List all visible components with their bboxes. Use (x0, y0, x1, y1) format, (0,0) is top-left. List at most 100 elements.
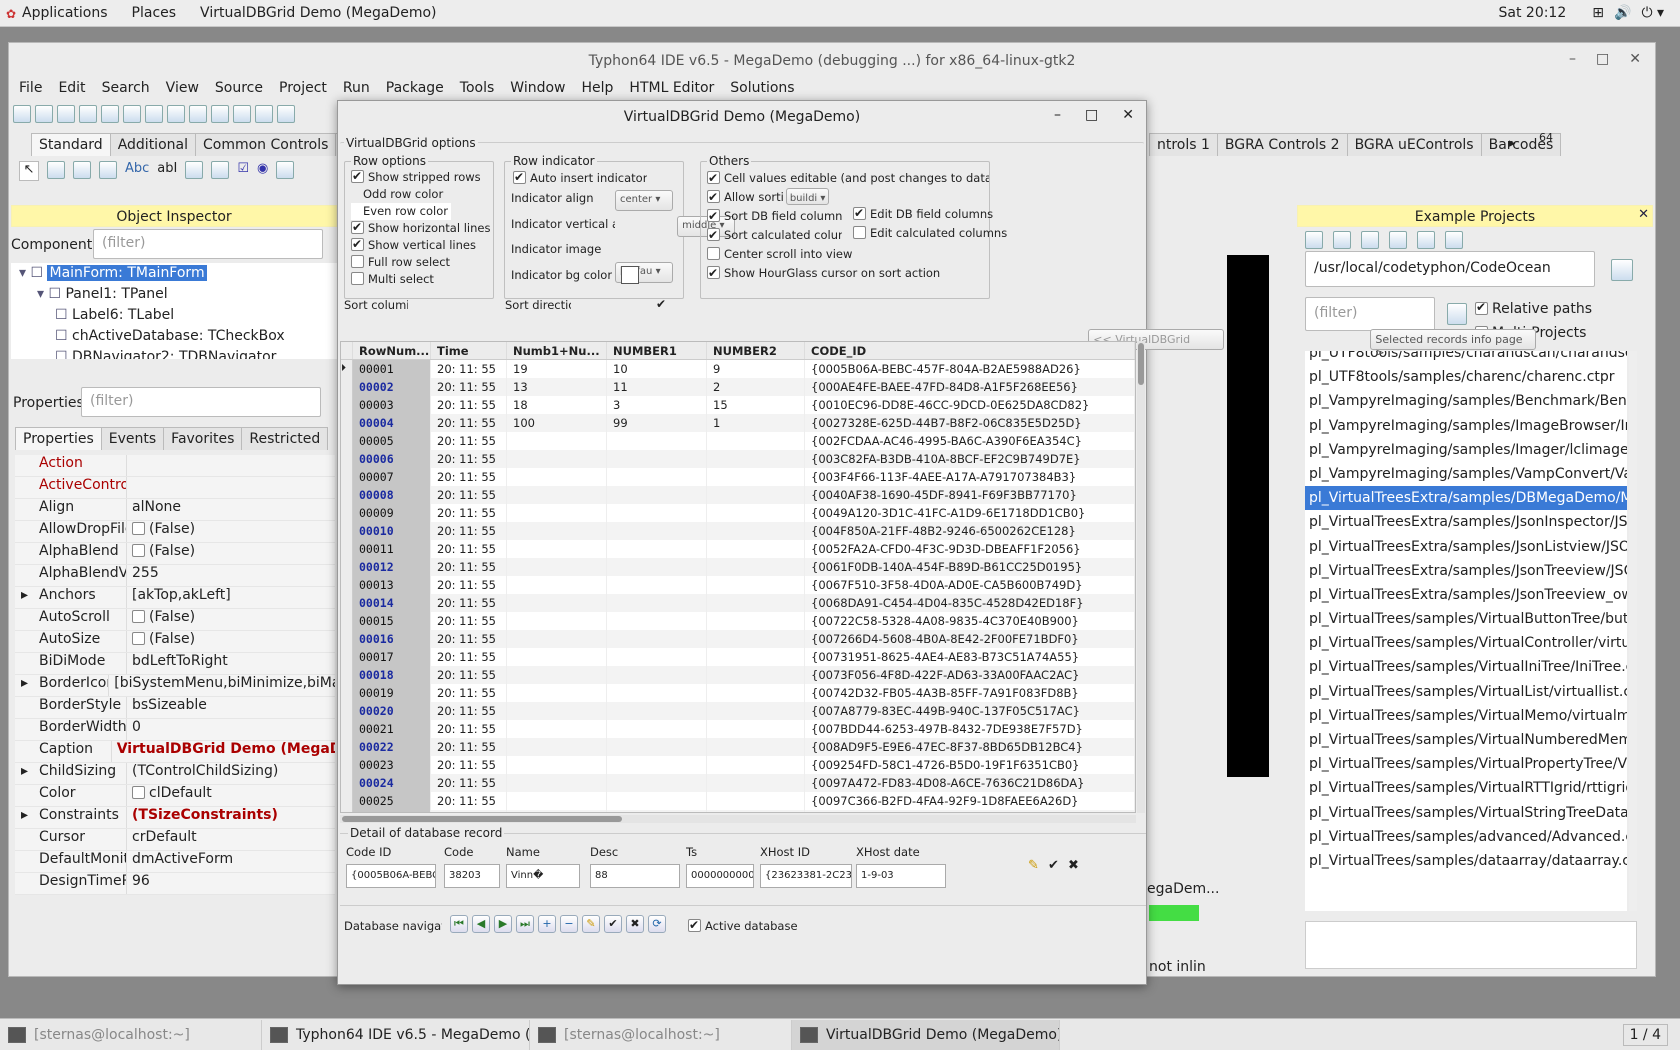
tree-node[interactable]: ▾ ☐ Panel1: TPanel (11, 284, 337, 305)
other-option[interactable]: Allow sortibuildi ▾ (707, 188, 989, 207)
grid-cell[interactable] (707, 450, 805, 468)
grid-cell[interactable] (507, 810, 607, 812)
grid-cell[interactable]: {007266D4-5608-4B0A-8E42-2F00FE71BDF0} (805, 630, 1135, 648)
grid-row[interactable]: 00002 20: 11: 55 13 11 2 {000AE4FE-BAEE-47FD-… (341, 378, 1135, 396)
example-project-item[interactable]: pl_VirtualTrees/samples/VirtualPropertyT… (1305, 752, 1627, 776)
grid-cell[interactable] (707, 774, 805, 792)
examples-filter[interactable]: (filter) (1305, 297, 1435, 331)
grid-cell[interactable] (507, 720, 607, 738)
grid-cell[interactable] (507, 486, 607, 504)
pause-icon[interactable] (233, 105, 251, 123)
grid-cell[interactable]: 00007 (353, 468, 431, 486)
grid-cell[interactable] (607, 432, 707, 450)
grid-cell[interactable]: {007A8779-83EC-449B-940C-137F05C517AC} (805, 702, 1135, 720)
detail-field-input[interactable]: Vinn� (506, 864, 580, 888)
grid-cell[interactable]: {0073F056-4F8D-422F-AD63-33A00FAAC2AC} (805, 666, 1135, 684)
example-project-item[interactable]: pl_VirtualTreesExtra/samples/JsonListvie… (1305, 535, 1627, 559)
grid-cell[interactable]: 00026 (353, 810, 431, 812)
example-project-item[interactable]: pl_VirtualTrees/samples/VirtualMemo/virt… (1305, 704, 1627, 728)
grid-cell[interactable]: 20: 11: 55 (431, 756, 507, 774)
grid-cell[interactable]: 20: 11: 55 (431, 630, 507, 648)
new-form-icon[interactable] (35, 105, 53, 123)
refresh-icon[interactable] (1305, 231, 1323, 249)
example-project-item[interactable]: pl_VirtualTrees/samples/VirtualIniTree/I… (1305, 655, 1627, 679)
grid-cell[interactable]: 11 (607, 378, 707, 396)
grid-cell[interactable] (707, 504, 805, 522)
property-value[interactable]: 0 (127, 719, 141, 740)
menu-run[interactable]: Run (335, 80, 378, 102)
grid-cell[interactable]: 00025 (353, 792, 431, 810)
grid-cell[interactable]: 00014 (353, 594, 431, 612)
save-all-icon[interactable] (123, 105, 141, 123)
edit-calc-columns-checkbox[interactable]: Edit calculated columns (853, 225, 1007, 242)
folder-icon[interactable] (1417, 231, 1435, 249)
grid-cell[interactable]: {0052FA2A-CFD0-4F3C-9D3D-DBEAFF1F2056} (805, 540, 1135, 558)
example-project-item[interactable]: pl_VirtualTrees/samples/VirtualRTTIgrid/… (1305, 776, 1627, 800)
next-page-button[interactable]: Selected records info page > (1370, 329, 1537, 359)
grid-cell[interactable]: 00018 (353, 666, 431, 684)
grid-cell[interactable]: 1 (707, 414, 805, 432)
grid-cell[interactable]: 20: 11: 55 (431, 792, 507, 810)
property-value[interactable]: (False) (127, 631, 195, 652)
grid-cell[interactable] (707, 540, 805, 558)
example-project-item[interactable]: pl_VampyreImaging/samples/Benchmark/Benc… (1305, 389, 1627, 413)
places-menu[interactable]: Places (120, 5, 189, 21)
grid-cell[interactable] (607, 450, 707, 468)
property-value[interactable]: VirtualDBGrid Demo (MegaDemo) (112, 741, 335, 762)
volume-icon[interactable]: 🔊 (1614, 5, 1631, 21)
grid-cell[interactable]: 00001 (353, 360, 431, 378)
property-value[interactable]: 96 (127, 873, 150, 894)
grid-cell[interactable] (707, 522, 805, 540)
grid-cell[interactable] (607, 540, 707, 558)
grid-row[interactable]: 00017 20: 11: 55 {00731951-8625-4AE4-AE83-… (341, 648, 1135, 666)
grid-cell[interactable] (607, 630, 707, 648)
grid-cell[interactable]: 00012 (353, 558, 431, 576)
example-project-item[interactable]: pl_VirtualTrees/samples/VirtualButtonTre… (1305, 607, 1627, 631)
grid-cell[interactable]: 20: 11: 55 (431, 522, 507, 540)
grid-cell[interactable] (707, 558, 805, 576)
tree-node[interactable]: ▾ ☐ MainForm: TMainForm (11, 263, 337, 284)
insert-record-icon[interactable]: + (538, 915, 556, 933)
row-option[interactable]: Even row color (351, 203, 451, 220)
grid-cell[interactable] (507, 702, 607, 720)
example-project-item[interactable]: pl_VampyreImaging/samples/VampConvert/Va… (1305, 462, 1627, 486)
indicator-align-combo[interactable]: center ▾ (615, 190, 673, 211)
menu-source[interactable]: Source (207, 80, 271, 102)
property-value[interactable]: bsSizeable (127, 697, 207, 718)
button-icon[interactable] (99, 161, 117, 179)
property-value[interactable]: 255 (127, 565, 159, 586)
menu-search[interactable]: Search (94, 80, 158, 102)
property-value[interactable]: crDefault (127, 829, 197, 850)
property-value[interactable]: alNone (127, 499, 181, 520)
grid-cell[interactable]: {004F850A-21FF-48B2-9246-6500262CE128} (805, 522, 1135, 540)
property-value[interactable]: (False) (127, 609, 195, 630)
delete-record-icon[interactable]: − (560, 915, 578, 933)
palette-next-icon[interactable]: ▸ (1509, 136, 1516, 151)
stop-icon[interactable] (255, 105, 273, 123)
post-record-icon[interactable]: ✔ (604, 915, 622, 933)
property-row[interactable]: BiDiMode bdLeftToRight (15, 653, 335, 675)
property-row[interactable]: ▸ Anchors [akTop,akLeft] (15, 587, 335, 609)
clean-icon[interactable] (1389, 231, 1407, 249)
grid-cell[interactable]: 00021 (353, 720, 431, 738)
grid-row[interactable]: 00009 20: 11: 55 {0049A120-3D1C-41FC-A1D9-… (341, 504, 1135, 522)
grid-cell[interactable]: 2 (707, 378, 805, 396)
grid-cell[interactable]: 99 (607, 414, 707, 432)
grid-row[interactable]: 00013 20: 11: 55 {0067F510-3F58-4D0A-AD0E-… (341, 576, 1135, 594)
grid-cell[interactable]: 00004 (353, 414, 431, 432)
property-row[interactable]: DesignTimePPI 96 (15, 873, 335, 895)
property-row[interactable]: Caption VirtualDBGrid Demo (MegaDemo) (15, 741, 335, 763)
detail-field-input[interactable]: 88 (590, 864, 680, 888)
grid-cell[interactable]: 20: 11: 55 (431, 486, 507, 504)
grid-cell[interactable]: 00013 (353, 576, 431, 594)
grid-cell[interactable]: 20: 11: 55 (431, 432, 507, 450)
grid-cell[interactable] (707, 468, 805, 486)
grid-cell[interactable]: {0068DA91-C454-4D04-835C-4528D42ED18F} (805, 594, 1135, 612)
workspace-indicator[interactable]: 1 / 4 (1622, 1023, 1668, 1046)
grid-cell[interactable]: 20: 11: 55 (431, 558, 507, 576)
grid-cell[interactable] (707, 684, 805, 702)
grid-cell[interactable]: 00024 (353, 774, 431, 792)
checkbox-icon[interactable]: ☑ (237, 161, 249, 181)
grid-cell[interactable]: {0040AF38-1690-45DF-8941-F69F3BB77170} (805, 486, 1135, 504)
example-project-item[interactable]: pl_VirtualTrees/samples/VirtualList/virt… (1305, 680, 1627, 704)
